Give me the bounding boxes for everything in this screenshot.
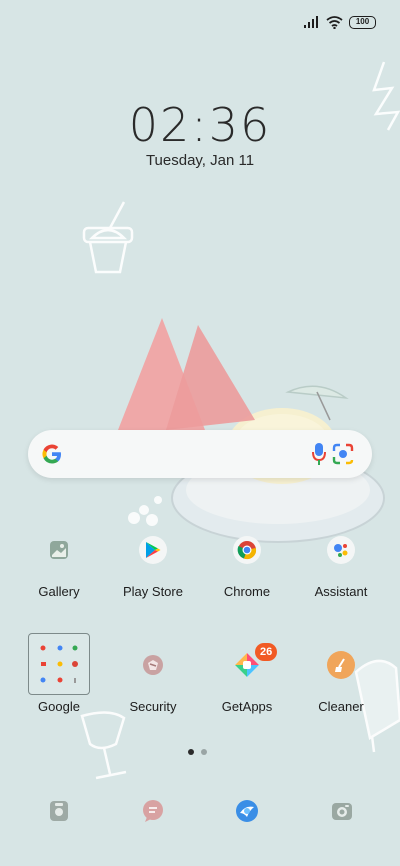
folder-icon — [40, 645, 78, 683]
folder-label: Google — [38, 699, 80, 714]
google-g-icon — [42, 444, 61, 464]
clock-time[interactable]: 02:36 — [0, 98, 400, 152]
app-cleaner[interactable]: Cleaner — [295, 651, 387, 741]
app-security[interactable]: Security — [107, 651, 199, 741]
clock-date[interactable]: Tuesday, Jan 11 — [0, 152, 400, 169]
chrome-icon — [233, 536, 261, 564]
app-getapps[interactable]: 26 GetApps — [201, 643, 293, 741]
app-label: Assistant — [314, 584, 368, 599]
app-chrome[interactable]: Chrome — [201, 536, 293, 626]
browser-icon — [236, 800, 258, 822]
google-search-bar[interactable] — [28, 430, 372, 478]
battery-level: 100 — [355, 17, 370, 26]
app-label: Chrome — [223, 584, 271, 599]
app-label: Play Store — [123, 584, 183, 599]
dock-camera[interactable] — [328, 797, 356, 825]
page-indicator[interactable] — [188, 749, 207, 755]
lens-camera-icon[interactable] — [332, 443, 354, 465]
camera-icon — [332, 803, 352, 820]
cleaner-icon — [327, 651, 355, 679]
dock-phone[interactable] — [45, 797, 73, 825]
assistant-icon — [327, 536, 355, 564]
play-store-icon — [139, 536, 167, 564]
gallery-icon — [45, 536, 73, 564]
app-assistant[interactable]: Assistant — [295, 536, 387, 626]
google-folder[interactable] — [28, 633, 90, 695]
app-label: GetApps — [221, 699, 273, 714]
signal-icon — [304, 16, 318, 28]
wifi-icon — [326, 15, 343, 29]
dock-browser[interactable] — [233, 797, 261, 825]
app-play-store[interactable]: Play Store — [107, 536, 199, 626]
messages-icon — [143, 800, 163, 822]
security-icon — [139, 651, 167, 679]
status-bar: 100 — [304, 12, 376, 32]
dock-messages[interactable] — [139, 797, 167, 825]
notification-badge: 26 — [255, 643, 278, 661]
page-dot — [201, 749, 207, 755]
page-dot-active — [188, 749, 194, 755]
app-label: Gallery — [38, 584, 80, 599]
app-gallery[interactable]: Gallery — [13, 536, 105, 626]
app-label: Security — [129, 699, 177, 714]
app-label: Cleaner — [318, 699, 364, 714]
battery-icon: 100 — [349, 15, 376, 29]
phone-icon — [50, 801, 68, 821]
microphone-icon[interactable] — [312, 442, 326, 466]
